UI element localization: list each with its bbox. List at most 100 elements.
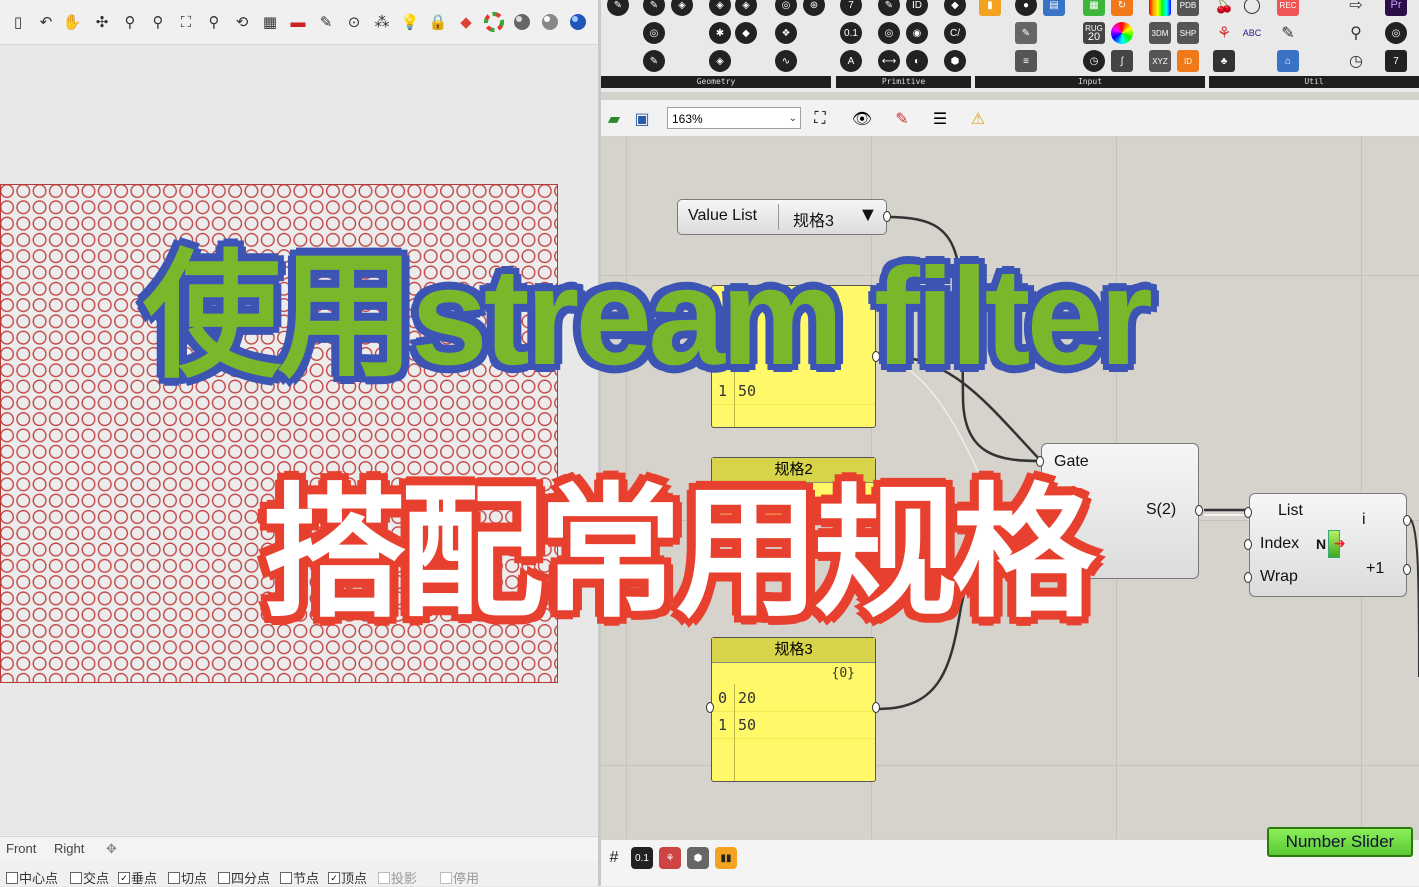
panel-3-output-port[interactable] [872,702,880,713]
light-icon[interactable]: 💡 [400,12,420,32]
surface-param-icon[interactable]: ◈ [709,0,731,16]
search-icon[interactable]: ⚲ [1345,22,1367,44]
osnap-tangent[interactable]: 切点 [168,868,207,887]
colour-swatch-icon[interactable]: ▦ [1083,0,1105,16]
mesh-param-icon[interactable]: ✱ [709,22,731,44]
number-icon[interactable]: 0.1 [631,847,653,869]
value-list-output-port[interactable] [883,211,891,222]
matrix-param-icon[interactable]: ◆ [944,0,966,16]
boolean-toggle-icon[interactable]: ● [1015,0,1037,16]
zoom-dropdown[interactable]: 163% ⌄ [667,107,801,129]
wrap-input-port[interactable] [1244,572,1252,583]
timer-icon[interactable]: ◷ [1345,50,1367,72]
paint-brush-icon[interactable]: ✎ [891,108,913,130]
cache-param-icon[interactable]: ∿ [775,50,797,72]
hex-icon[interactable]: ⬢ [687,847,709,869]
osnap-disable-checkbox[interactable] [440,871,452,884]
grid-icon[interactable]: # [603,847,625,869]
gradient-icon[interactable]: ↻ [1111,0,1133,16]
arrow-right-icon[interactable]: ⇨ [1345,0,1367,16]
spell-check-icon[interactable]: ABC [1241,22,1263,44]
osnap-knot[interactable]: 节点 [280,868,319,887]
undo-view-icon[interactable]: ⟲ [232,12,252,32]
interval-param-icon[interactable]: ⟷ [878,50,900,72]
list-input-port[interactable] [1244,507,1252,518]
brep-param-icon[interactable]: ◈ [735,0,757,16]
circle-param-icon[interactable]: ◈ [671,0,693,16]
script-param-icon[interactable]: C/ [944,22,966,44]
zoom-extents-icon[interactable]: ⛶ [176,12,196,32]
points-icon[interactable]: ⁂ [372,12,392,32]
open-file-icon[interactable]: ▰ [603,108,625,130]
tag-icon[interactable]: ID [1177,50,1199,72]
bell-icon[interactable]: ⚠ [967,108,989,130]
graph-mapper-icon[interactable]: ∫ [1111,50,1133,72]
osnap-intersection-checkbox[interactable] [70,871,82,884]
stream-output-port[interactable] [1195,505,1203,516]
list-item-component[interactable]: List Index Wrap N ➜ i +1 [1244,493,1411,597]
zoom-selected-icon[interactable]: ⚲ [204,12,224,32]
rotate-icon[interactable]: ✣ [92,12,112,32]
add-viewport-icon[interactable]: ✥ [106,841,117,857]
color-wheel-icon[interactable] [484,12,504,32]
premiere-icon[interactable]: Pr [1385,0,1407,16]
car-icon[interactable]: ▬ [288,12,308,32]
guid-param-icon[interactable]: ID [906,0,928,16]
zoom-icon[interactable]: ⚲ [120,12,140,32]
osnap-tangent-checkbox[interactable] [168,871,180,884]
preview-eye-icon[interactable]: 👁 [851,108,873,130]
osnap-center-checkbox[interactable] [6,871,18,884]
tree-view-icon[interactable]: ⚘ [659,847,681,869]
plane-param-icon[interactable]: ◎ [775,0,797,16]
text-param-icon[interactable]: A [840,50,862,72]
render-icon[interactable]: ◆ [456,12,476,32]
tree-icon[interactable]: ♣ [1213,50,1235,72]
properties-icon[interactable]: ✎ [316,12,336,32]
data-dam-icon[interactable]: ⌂ [1277,50,1299,72]
osnap-perpendicular[interactable]: ✓ 垂点 [118,868,157,887]
panel-3[interactable]: 规格3 {0} 0 20 1 50 [706,637,880,782]
rendered-sphere-icon[interactable] [540,12,560,32]
zoom-window-icon[interactable]: ⚲ [148,12,168,32]
osnap-knot-checkbox[interactable] [280,871,292,884]
value-list-component[interactable]: Value List 规格3 ▼ [677,199,891,235]
undo-icon[interactable]: ↶ [36,12,56,32]
curve-param-icon[interactable]: ◎ [643,22,665,44]
vector-param-icon[interactable]: ✎ [643,0,665,16]
boolean-param-icon[interactable]: 7 [840,0,862,16]
cherries-icon[interactable]: 🍒 [1213,0,1235,16]
osnap-project[interactable]: 投影 [378,868,417,887]
complex-param-icon[interactable]: ◎ [878,22,900,44]
list-view-icon[interactable]: ☰ [929,108,951,130]
osnap-vertex[interactable]: ✓ 顶点 [328,868,367,887]
osnap-vertex-checkbox[interactable]: ✓ [328,871,340,884]
value-list-icon[interactable]: ▮ [979,0,1001,16]
axis-icon[interactable]: ⚘ [1213,22,1235,44]
number-7-icon[interactable]: 7 [1385,50,1407,72]
import-shp-icon[interactable]: SHP [1177,22,1199,44]
record-icon[interactable]: REC [1277,0,1299,16]
digit-scroller-icon[interactable]: ✎ [1015,22,1037,44]
colour-param-icon[interactable]: ◉ [906,22,928,44]
line-param-icon[interactable]: ✎ [643,50,665,72]
tab-front[interactable]: Front [6,841,36,856]
osnap-disable[interactable]: 停用 [440,868,479,887]
control-knob-icon[interactable]: ▤ [1043,0,1065,16]
save-file-icon[interactable]: ▣ [631,108,653,130]
domain-param-icon[interactable]: ✎ [878,0,900,16]
ribbon-panel-util-label[interactable]: Util [1209,76,1419,88]
new-icon[interactable]: ▯ [8,12,28,32]
transform-param-icon[interactable]: ⊛ [803,0,825,16]
hex-param-icon[interactable]: ⬢ [944,50,966,72]
shaded-sphere-icon[interactable] [512,12,532,32]
value-list-dropdown-icon[interactable]: ▼ [858,204,878,227]
pencil-icon[interactable]: ✎ [1277,22,1299,44]
osnap-quadrant[interactable]: 四分点 [218,868,270,887]
clock-icon[interactable]: ◷ [1083,50,1105,72]
blue-sphere-icon[interactable] [568,12,588,32]
tab-right[interactable]: Right [54,841,84,856]
colour-picker-icon[interactable] [1149,0,1171,16]
gate-input-port[interactable] [1036,456,1044,467]
osnap-quadrant-checkbox[interactable] [218,871,230,884]
calendar-icon[interactable]: RUG 20 [1083,22,1105,44]
